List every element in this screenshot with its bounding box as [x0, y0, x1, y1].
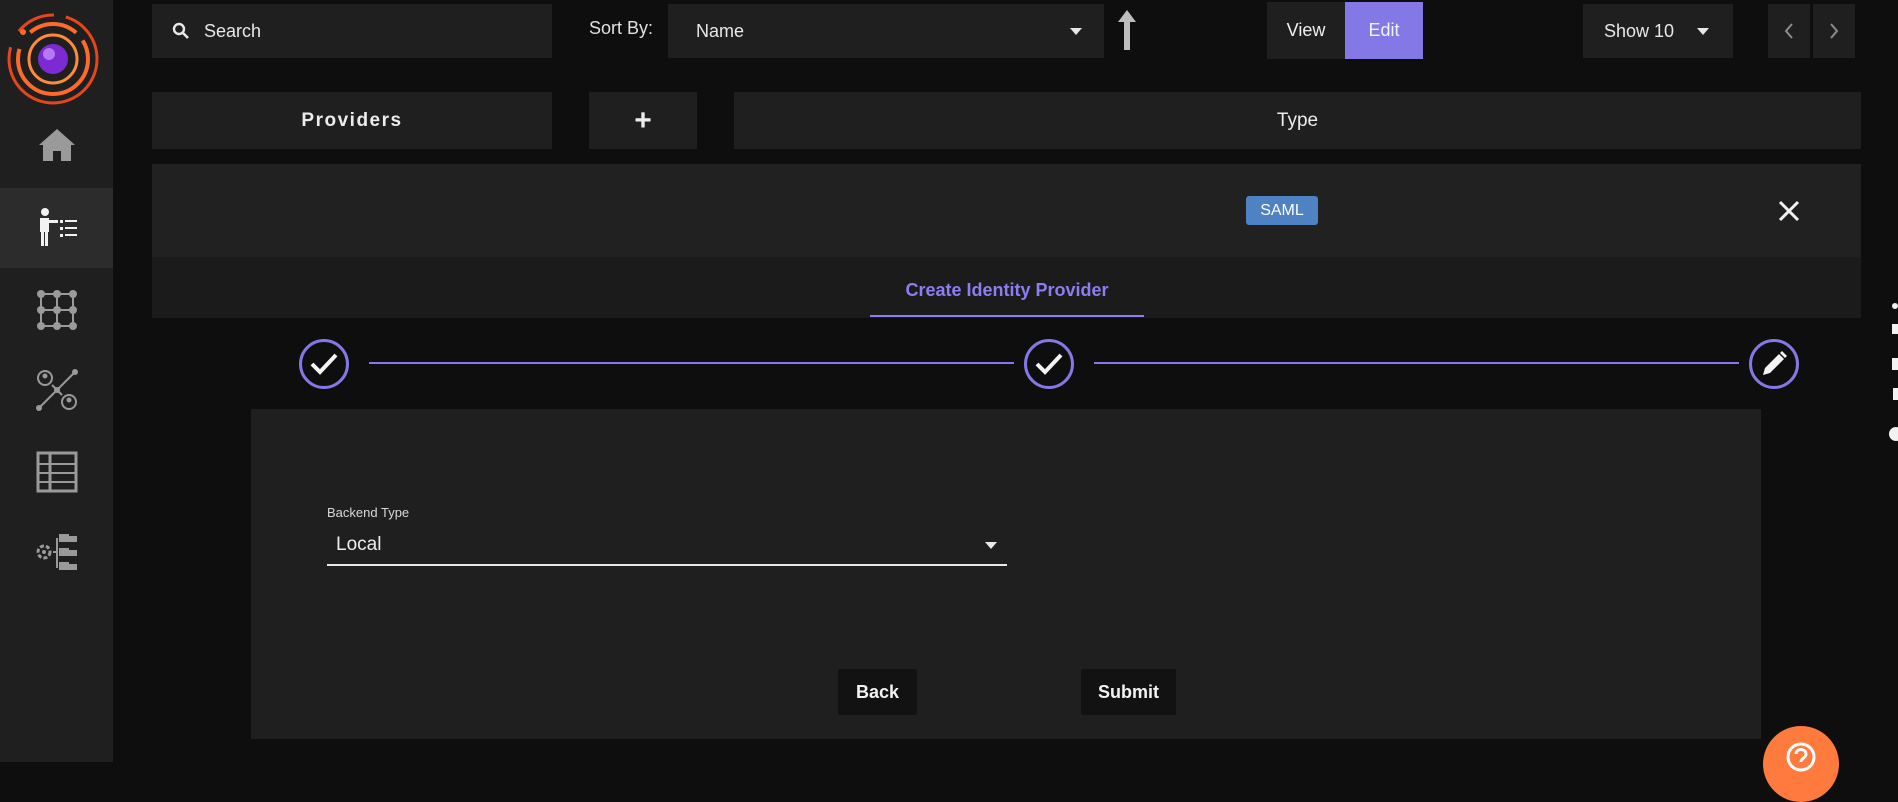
- prev-page-button[interactable]: [1768, 4, 1810, 58]
- stepper-connector: [369, 362, 1014, 364]
- sidebar-item-grid[interactable]: [0, 270, 113, 350]
- step-2[interactable]: [1024, 339, 1074, 389]
- submit-button[interactable]: Submit: [1081, 669, 1176, 715]
- arrow-up-icon: [1118, 10, 1136, 50]
- caret-down-icon: [1697, 27, 1709, 35]
- backend-type-label: Backend Type: [327, 505, 410, 520]
- table-icon: [36, 451, 77, 493]
- sidebar-item-settings[interactable]: [0, 512, 113, 592]
- edit-button[interactable]: Edit: [1345, 2, 1423, 59]
- edge-toolbar[interactable]: [1884, 300, 1898, 450]
- sort-direction-button[interactable]: [1112, 8, 1142, 52]
- search-input[interactable]: Search: [204, 21, 261, 42]
- step-3[interactable]: [1749, 339, 1799, 389]
- search-box[interactable]: Search: [152, 4, 552, 58]
- check-icon: [310, 353, 338, 375]
- close-icon: [1778, 200, 1800, 222]
- caret-down-icon: [985, 541, 997, 549]
- add-provider-button[interactable]: +: [589, 92, 697, 149]
- caret-down-icon: [1070, 27, 1082, 35]
- close-row-button[interactable]: [1774, 196, 1804, 226]
- app-logo[interactable]: [6, 12, 100, 106]
- provider-form: [251, 409, 1761, 739]
- stepper-connector: [1094, 362, 1739, 364]
- sidebar-item-home[interactable]: [0, 105, 113, 185]
- backend-type-value: Local: [336, 534, 382, 555]
- gear-tree-icon: [36, 534, 77, 570]
- back-button[interactable]: Back: [838, 669, 917, 715]
- help-button[interactable]: [1763, 726, 1839, 802]
- sidebar-item-table[interactable]: [0, 432, 113, 512]
- sidebar-item-network[interactable]: [0, 350, 113, 430]
- chevron-right-icon: [1830, 23, 1839, 39]
- home-icon: [38, 129, 75, 161]
- user-network-icon: [35, 369, 78, 411]
- user-list-icon: [39, 208, 77, 246]
- sort-select-value: Name: [696, 20, 745, 41]
- provider-row[interactable]: [152, 164, 1861, 257]
- sidebar: [0, 0, 113, 762]
- backend-type-select[interactable]: Local: [327, 526, 1007, 566]
- page-size-value: Show 10: [1604, 20, 1675, 41]
- view-edit-toggle[interactable]: View Edit: [1267, 2, 1423, 59]
- column-header-type[interactable]: Type: [734, 92, 1861, 149]
- sort-select[interactable]: Name: [668, 4, 1104, 58]
- type-badge: SAML: [1246, 196, 1318, 225]
- chevron-left-icon: [1784, 23, 1793, 39]
- next-page-button[interactable]: [1813, 4, 1855, 58]
- check-icon: [1035, 353, 1063, 375]
- column-header-providers[interactable]: Providers: [152, 92, 552, 149]
- tab-create-identity-provider[interactable]: Create Identity Provider: [870, 266, 1144, 317]
- help-icon: [1786, 742, 1816, 772]
- search-icon: [172, 22, 189, 39]
- grid-dots-icon: [36, 290, 77, 330]
- view-button[interactable]: View: [1267, 2, 1345, 59]
- pencil-icon: [1763, 351, 1787, 375]
- step-1[interactable]: [299, 339, 349, 389]
- sidebar-item-providers[interactable]: [0, 188, 113, 268]
- page-size-select[interactable]: Show 10: [1583, 4, 1733, 58]
- sort-by-label: Sort By:: [589, 18, 654, 38]
